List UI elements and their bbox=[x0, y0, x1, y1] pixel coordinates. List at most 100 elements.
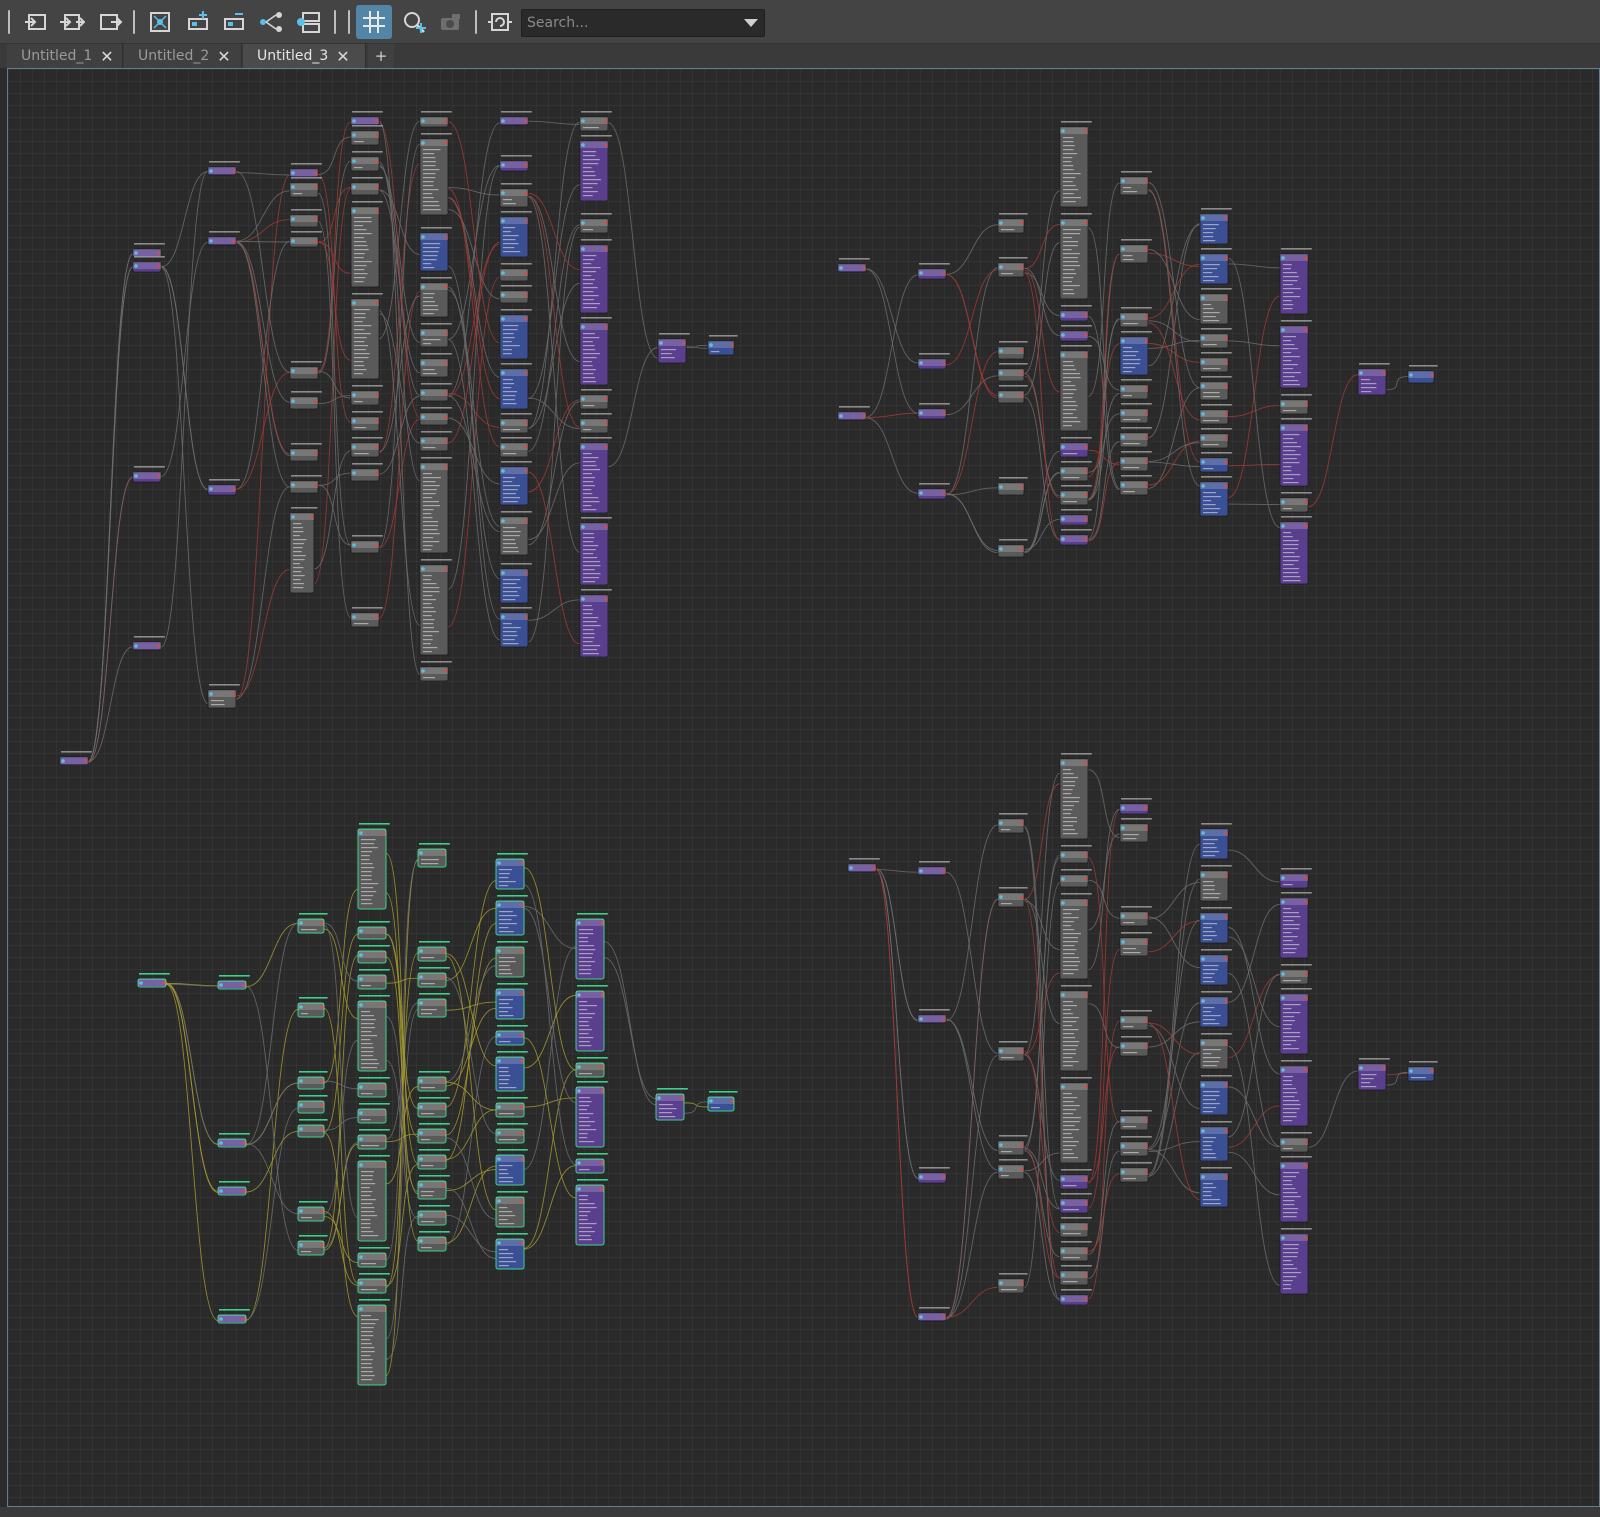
tab-untitled-1[interactable]: Untitled_1 ✕ bbox=[7, 44, 123, 68]
graph-node[interactable] bbox=[137, 973, 170, 988]
graph-node[interactable] bbox=[417, 1149, 450, 1170]
graph-node[interactable] bbox=[419, 227, 452, 272]
graph-node[interactable] bbox=[495, 1191, 528, 1228]
graph-node[interactable] bbox=[847, 858, 880, 873]
graph-node[interactable] bbox=[1059, 509, 1092, 526]
graph-node[interactable] bbox=[417, 967, 450, 988]
graph-node[interactable] bbox=[495, 1123, 528, 1144]
graph-node[interactable] bbox=[1059, 529, 1092, 546]
graph-node[interactable] bbox=[997, 1135, 1028, 1156]
add-tab-button[interactable]: + bbox=[368, 44, 394, 68]
graph-node[interactable] bbox=[837, 258, 870, 273]
graph-node[interactable] bbox=[495, 1025, 528, 1046]
graph-node[interactable] bbox=[1059, 485, 1092, 506]
graph-node[interactable] bbox=[417, 993, 450, 1018]
graph-node[interactable] bbox=[579, 517, 612, 586]
graph-node[interactable] bbox=[579, 239, 612, 314]
graph-node[interactable] bbox=[917, 483, 950, 500]
graph-node[interactable] bbox=[495, 895, 528, 936]
graph-node[interactable] bbox=[297, 1119, 328, 1138]
graph-node[interactable] bbox=[1059, 869, 1092, 888]
graph-node[interactable] bbox=[1279, 868, 1312, 889]
graph-node[interactable] bbox=[1059, 1077, 1092, 1164]
graph-node[interactable] bbox=[357, 1129, 390, 1150]
graph-node[interactable] bbox=[575, 1057, 608, 1078]
graph-node[interactable] bbox=[1199, 248, 1232, 285]
graph-node[interactable] bbox=[350, 385, 383, 406]
graph-node[interactable] bbox=[1279, 492, 1312, 513]
graph-node[interactable] bbox=[495, 853, 528, 890]
graph-node[interactable] bbox=[1119, 1010, 1152, 1031]
graph-node[interactable] bbox=[575, 1153, 608, 1174]
graph-node[interactable] bbox=[297, 997, 328, 1018]
graph-node[interactable] bbox=[495, 1051, 528, 1092]
graph-node[interactable] bbox=[357, 1103, 390, 1124]
graph-layout-button[interactable] bbox=[255, 6, 287, 38]
graph-node[interactable] bbox=[297, 1201, 328, 1222]
graph-node[interactable] bbox=[217, 1309, 250, 1324]
graph-node[interactable] bbox=[289, 361, 322, 380]
graph-node[interactable] bbox=[297, 1071, 328, 1090]
graph-node[interactable] bbox=[350, 463, 383, 482]
graph-node[interactable] bbox=[1119, 906, 1152, 927]
graph-node[interactable] bbox=[1119, 379, 1152, 400]
graph-node[interactable] bbox=[1279, 516, 1312, 585]
graph-node[interactable] bbox=[207, 684, 240, 709]
graph-node[interactable] bbox=[499, 563, 532, 604]
node-graph-canvas[interactable] bbox=[7, 68, 1600, 1507]
graph-node[interactable] bbox=[997, 257, 1028, 278]
graph-node[interactable] bbox=[357, 1155, 390, 1242]
graph-node[interactable] bbox=[1119, 239, 1152, 264]
graph-node[interactable] bbox=[350, 177, 383, 196]
graph-node[interactable] bbox=[1199, 288, 1232, 325]
graph-node[interactable] bbox=[207, 479, 240, 496]
graph-node[interactable] bbox=[499, 111, 532, 126]
graph-node[interactable] bbox=[575, 913, 608, 980]
graph-node[interactable] bbox=[579, 135, 612, 202]
reload-button[interactable] bbox=[484, 6, 516, 38]
graph-node[interactable] bbox=[1279, 248, 1312, 315]
graph-node[interactable] bbox=[1059, 753, 1092, 840]
graph-node[interactable] bbox=[499, 413, 532, 434]
graph-node[interactable] bbox=[1119, 331, 1152, 376]
camera-button[interactable] bbox=[435, 6, 467, 38]
graph-node[interactable] bbox=[297, 1235, 328, 1256]
graph-node[interactable] bbox=[917, 353, 950, 370]
graph-node[interactable] bbox=[499, 607, 532, 648]
graph-node[interactable] bbox=[1279, 892, 1312, 959]
graph-node[interactable] bbox=[997, 385, 1028, 404]
graph-node[interactable] bbox=[495, 941, 528, 978]
graph-node[interactable] bbox=[1119, 171, 1152, 196]
graph-node[interactable] bbox=[289, 507, 318, 594]
graph-node[interactable] bbox=[289, 475, 322, 494]
graph-node[interactable] bbox=[1059, 345, 1092, 432]
graph-node[interactable] bbox=[1199, 1075, 1232, 1116]
graph-node[interactable] bbox=[997, 813, 1028, 834]
graph-node[interactable] bbox=[419, 353, 452, 378]
graph-node[interactable] bbox=[1199, 991, 1232, 1028]
graph-node[interactable] bbox=[1279, 1132, 1312, 1153]
graph-node[interactable] bbox=[419, 383, 452, 402]
close-icon[interactable]: ✕ bbox=[336, 47, 349, 66]
graph-node[interactable] bbox=[707, 335, 738, 356]
graph-node[interactable] bbox=[1059, 985, 1092, 1072]
graph-node[interactable] bbox=[289, 231, 322, 248]
graph-node[interactable] bbox=[1059, 121, 1092, 208]
chevron-down-icon[interactable] bbox=[744, 19, 758, 27]
graph-node[interactable] bbox=[997, 363, 1028, 382]
output-connections-button[interactable] bbox=[94, 6, 126, 38]
graph-node[interactable] bbox=[1357, 363, 1390, 396]
graph-node[interactable] bbox=[1119, 798, 1152, 815]
graph-node[interactable] bbox=[350, 125, 383, 146]
graph-node[interactable] bbox=[1199, 823, 1232, 860]
graph-node[interactable] bbox=[575, 1081, 608, 1148]
graph-node[interactable] bbox=[1279, 320, 1312, 389]
graph-node[interactable] bbox=[357, 1247, 390, 1268]
graph-node[interactable] bbox=[579, 589, 612, 658]
graph-node[interactable] bbox=[419, 457, 452, 554]
graph-node[interactable] bbox=[132, 256, 165, 273]
graph-node[interactable] bbox=[1059, 437, 1092, 458]
graph-node[interactable] bbox=[1279, 964, 1312, 985]
graph-node[interactable] bbox=[357, 969, 390, 990]
graph-node[interactable] bbox=[495, 1149, 528, 1186]
